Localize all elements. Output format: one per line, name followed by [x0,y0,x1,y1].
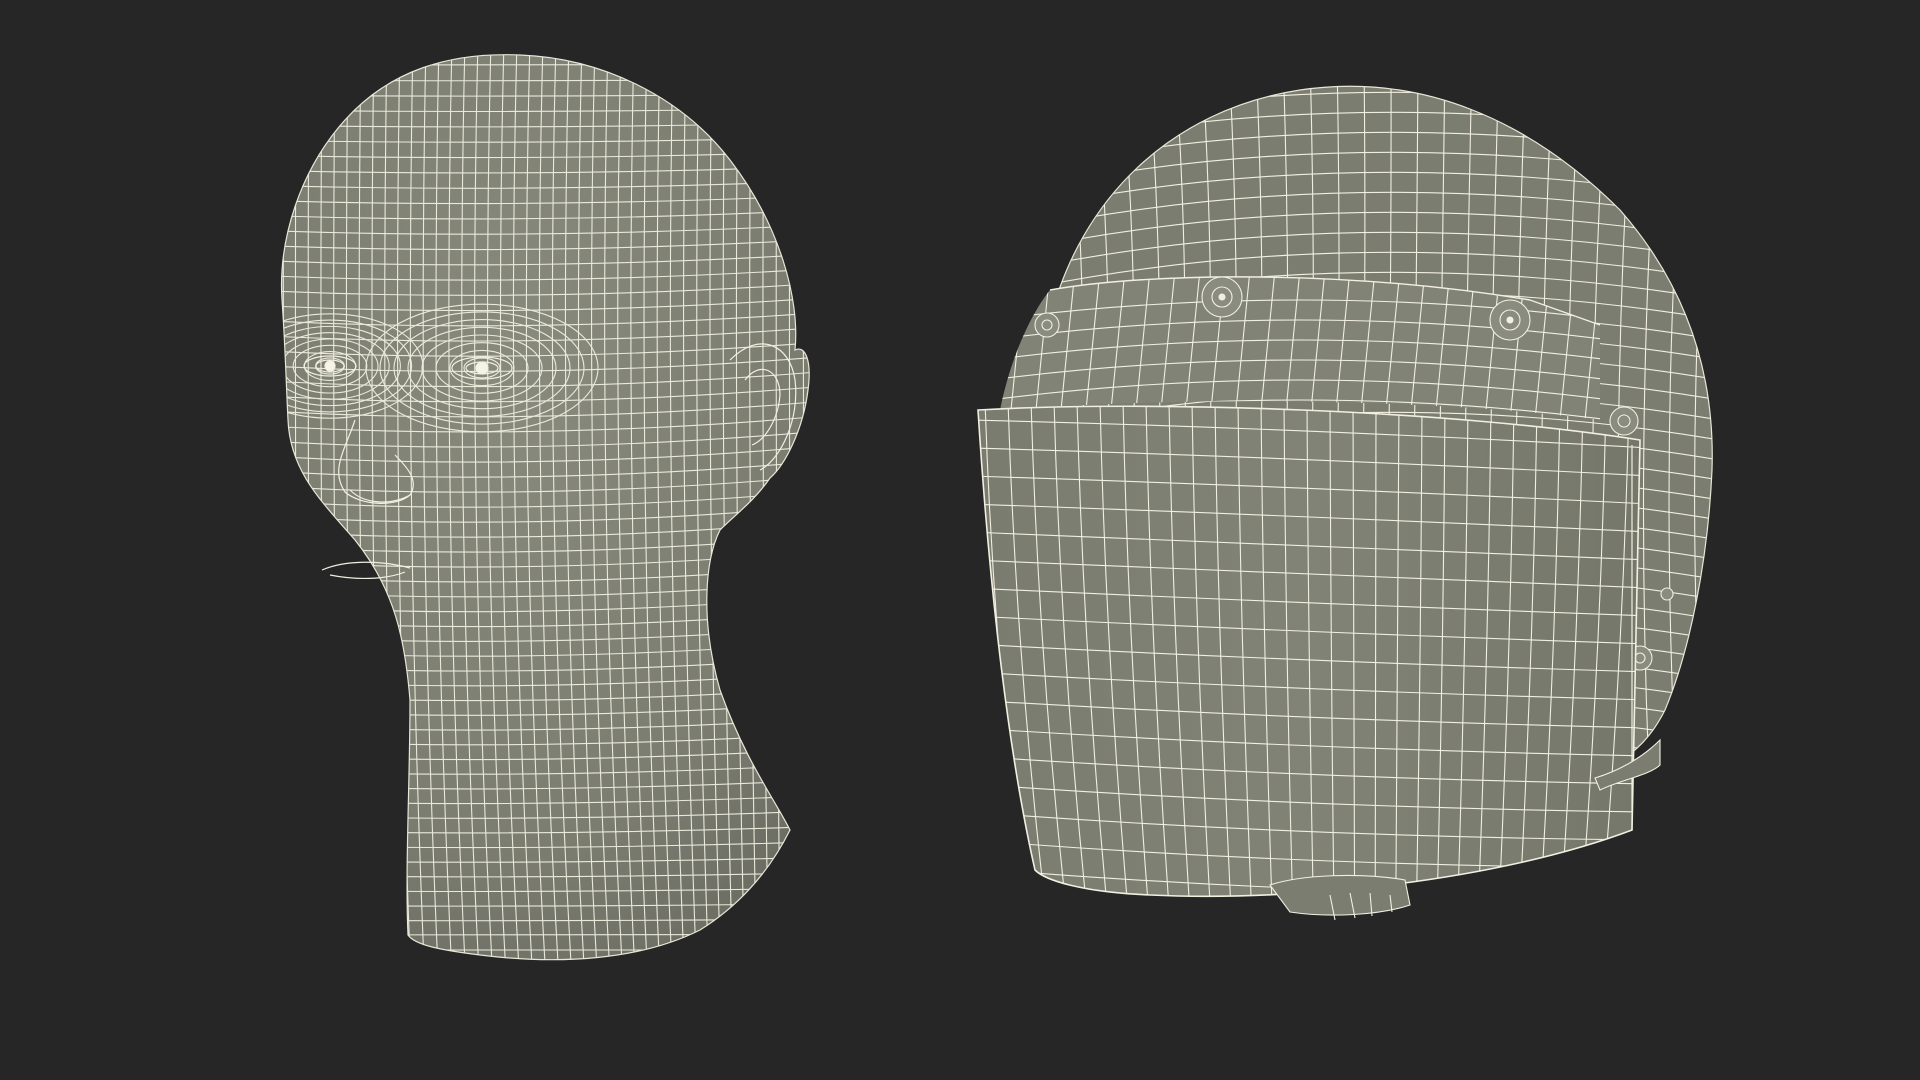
render-viewport [0,0,1920,1080]
scene-canvas [0,0,1920,1080]
